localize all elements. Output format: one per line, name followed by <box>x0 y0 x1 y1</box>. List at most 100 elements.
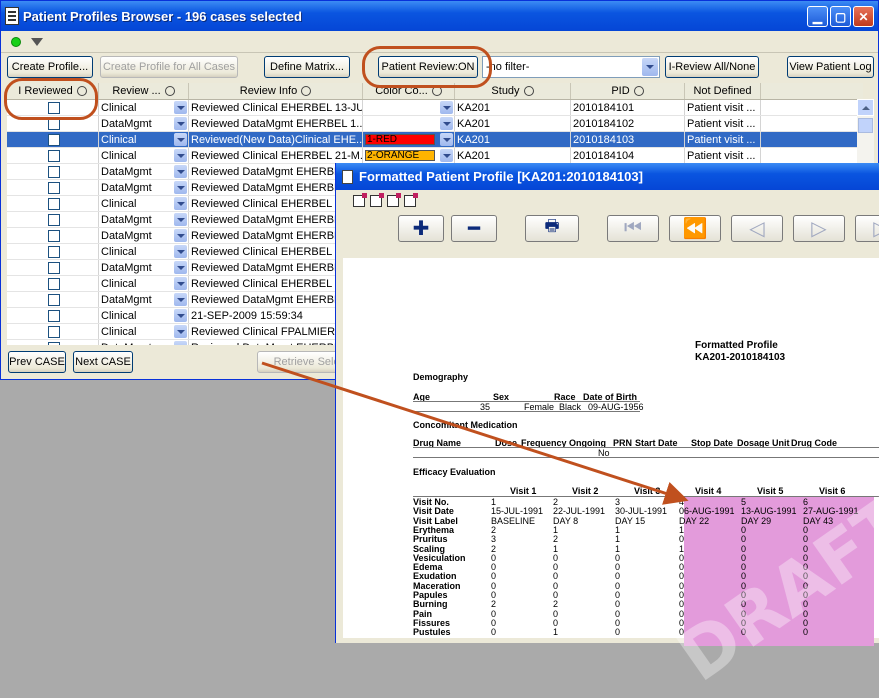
review-type-select[interactable]: Clinical <box>99 196 189 211</box>
not-defined-cell: Patient visit ... <box>685 100 761 115</box>
dropdown-arrow-icon[interactable] <box>174 165 187 178</box>
col-header-study[interactable]: Study <box>455 83 571 99</box>
dropdown-arrow-icon[interactable] <box>642 58 658 76</box>
scroll-thumb[interactable] <box>858 118 873 133</box>
define-matrix-button[interactable]: Define Matrix... <box>264 56 350 78</box>
next-case-button[interactable]: Next CASE <box>73 351 133 373</box>
review-type-select[interactable]: DataMgmt <box>99 180 189 195</box>
export-pdf-icon[interactable] <box>387 193 401 207</box>
print-icon[interactable]: 🖶 <box>525 215 579 242</box>
dropdown-arrow-icon[interactable] <box>174 277 187 290</box>
dropdown-arrow-icon[interactable] <box>174 149 187 162</box>
prev-case-button[interactable]: Prev CASE <box>8 351 66 373</box>
study-cell: KA201 <box>455 100 571 115</box>
i-reviewed-checkbox[interactable] <box>47 245 60 258</box>
review-type-select[interactable]: DataMgmt <box>99 164 189 179</box>
prev-fast-icon[interactable]: ⏪ <box>669 215 721 242</box>
review-type-select[interactable]: DataMgmt <box>99 116 189 131</box>
col-header-color-code[interactable]: Color Co... <box>363 83 455 99</box>
review-type-select[interactable]: DataMgmt <box>99 228 189 243</box>
color-code-select[interactable] <box>363 116 455 131</box>
dropdown-arrow-icon[interactable] <box>174 101 187 114</box>
col-header-review-type[interactable]: Review ... <box>99 83 189 99</box>
export-xls-icon[interactable] <box>370 193 384 207</box>
prev-page-icon[interactable]: ◁ <box>731 215 783 242</box>
i-reviewed-checkbox[interactable] <box>47 293 60 306</box>
review-type-select[interactable]: Clinical <box>99 324 189 339</box>
zoom-out-icon[interactable]: ━ <box>451 215 497 242</box>
i-reviewed-checkbox[interactable] <box>47 325 60 338</box>
table-row[interactable]: Clinical Reviewed Clinical EHERBEL 21-M..… <box>7 148 863 164</box>
review-type-select[interactable]: Clinical <box>99 276 189 291</box>
ireview-all-button[interactable]: I-Review All/None <box>665 56 759 78</box>
i-reviewed-checkbox[interactable] <box>47 197 60 210</box>
table-row[interactable]: DataMgmt Reviewed DataMgmt EHERBEL 1... KA… <box>7 116 863 132</box>
i-reviewed-checkbox[interactable] <box>47 213 60 226</box>
i-reviewed-checkbox[interactable] <box>47 133 60 146</box>
close-button[interactable]: ✕ <box>853 6 874 27</box>
next-page-icon[interactable]: ▷ <box>793 215 845 242</box>
col-header-review-info[interactable]: Review Info <box>189 83 363 99</box>
i-reviewed-checkbox[interactable] <box>47 277 60 290</box>
last-page-icon[interactable]: ▷ <box>855 215 879 242</box>
color-code-select[interactable] <box>363 100 455 115</box>
dropdown-arrow-icon[interactable] <box>440 101 453 114</box>
patient-review-toggle[interactable]: Patient Review:ON <box>378 56 478 78</box>
i-reviewed-checkbox[interactable] <box>47 181 60 194</box>
dropdown-arrow-icon[interactable] <box>174 229 187 242</box>
i-reviewed-checkbox[interactable] <box>47 229 60 242</box>
dropdown-arrow-icon[interactable] <box>174 261 187 274</box>
dropdown-arrow-icon[interactable] <box>174 325 187 338</box>
dropdown-arrow-icon[interactable] <box>174 197 187 210</box>
col-header-i-reviewed[interactable]: I Reviewed <box>7 83 99 99</box>
color-code-select[interactable]: 1-RED <box>363 132 455 147</box>
review-type-select[interactable]: DataMgmt <box>99 340 189 345</box>
dropdown-arrow-icon[interactable] <box>174 341 187 345</box>
col-header-pid[interactable]: PID <box>571 83 685 99</box>
first-page-icon[interactable]: ⏮ <box>607 215 659 242</box>
divider <box>413 447 879 448</box>
efficacy-value: BASELINE <box>491 515 536 526</box>
i-reviewed-checkbox[interactable] <box>47 309 60 322</box>
dropdown-arrow-icon[interactable] <box>174 213 187 226</box>
col-header-not-defined[interactable]: Not Defined <box>685 83 761 99</box>
i-reviewed-checkbox[interactable] <box>47 261 60 274</box>
zoom-in-icon[interactable]: ✚ <box>398 215 444 242</box>
review-type-select[interactable]: DataMgmt <box>99 212 189 227</box>
dropdown-arrow-icon[interactable] <box>174 133 187 146</box>
export-rtf-icon[interactable] <box>404 193 418 207</box>
minimize-button[interactable]: ▁ <box>807 6 828 27</box>
review-type-select[interactable]: Clinical <box>99 148 189 163</box>
create-profile-all-button[interactable]: Create Profile for All Cases <box>100 56 238 78</box>
dropdown-arrow-icon[interactable] <box>174 293 187 306</box>
export-doc-icon[interactable] <box>353 193 367 207</box>
green-status-icon[interactable] <box>11 36 21 47</box>
i-reviewed-checkbox[interactable] <box>47 117 60 130</box>
review-type-select[interactable]: Clinical <box>99 100 189 115</box>
dropdown-arrow-icon[interactable] <box>174 117 187 130</box>
i-reviewed-checkbox[interactable] <box>47 101 60 114</box>
filter-select[interactable]: -no filter- <box>482 56 660 78</box>
create-profile-button[interactable]: Create Profile... <box>7 56 93 78</box>
dropdown-arrow-icon[interactable] <box>440 133 453 146</box>
dropdown-arrow-icon[interactable] <box>174 245 187 258</box>
scroll-up-button[interactable] <box>857 99 874 116</box>
dropdown-arrow-icon[interactable] <box>174 309 187 322</box>
review-type-select[interactable]: Clinical <box>99 308 189 323</box>
dropdown-arrow-icon[interactable] <box>440 117 453 130</box>
i-reviewed-checkbox[interactable] <box>47 165 60 178</box>
review-type-select[interactable]: DataMgmt <box>99 292 189 307</box>
table-row[interactable]: Clinical Reviewed(New Data)Clinical EHE..… <box>7 132 863 148</box>
dropdown-arrow-icon[interactable] <box>174 181 187 194</box>
table-row[interactable]: Clinical Reviewed Clinical EHERBEL 13-JU.… <box>7 100 863 116</box>
view-patient-log-button[interactable]: View Patient Log <box>787 56 874 78</box>
color-code-select[interactable]: 2-ORANGE <box>363 148 455 163</box>
i-reviewed-checkbox[interactable] <box>47 341 60 345</box>
review-type-select[interactable]: Clinical <box>99 244 189 259</box>
filter-funnel-icon[interactable] <box>31 37 43 46</box>
dropdown-arrow-icon[interactable] <box>440 149 453 162</box>
i-reviewed-checkbox[interactable] <box>47 149 60 162</box>
review-type-select[interactable]: Clinical <box>99 132 189 147</box>
review-type-select[interactable]: DataMgmt <box>99 260 189 275</box>
maximize-button[interactable]: ▢ <box>830 6 851 27</box>
